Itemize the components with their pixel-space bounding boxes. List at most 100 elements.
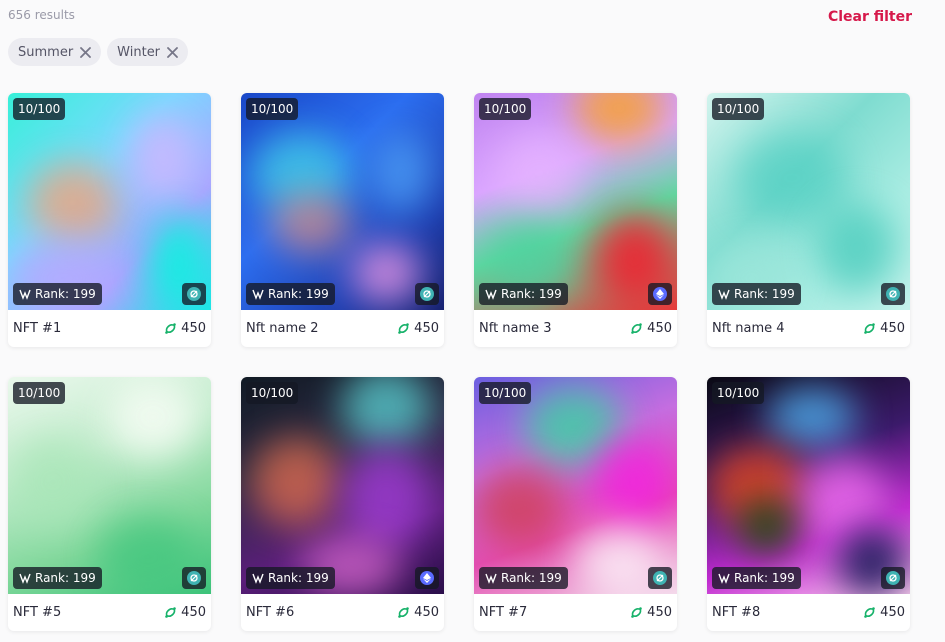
price: 450 bbox=[397, 321, 439, 336]
rank-icon bbox=[485, 289, 497, 300]
rank-label: Rank: 199 bbox=[501, 571, 562, 585]
ethereum-icon bbox=[420, 571, 434, 585]
price: 450 bbox=[164, 321, 206, 336]
nft-name[interactable]: NFT #8 bbox=[712, 605, 760, 620]
close-icon[interactable] bbox=[79, 46, 91, 58]
ethereum-icon bbox=[653, 287, 667, 301]
nft-image[interactable]: 10/100 Rank: 199 bbox=[241, 93, 444, 310]
nft-name[interactable]: NFT #5 bbox=[13, 605, 61, 620]
card-footer: Nft name 4 450 bbox=[707, 310, 910, 347]
icon-chain-icon bbox=[420, 287, 434, 301]
rank-badge: Rank: 199 bbox=[712, 283, 801, 305]
price-icon bbox=[165, 323, 176, 334]
nft-name[interactable]: Nft name 4 bbox=[712, 321, 785, 336]
nft-card[interactable]: 10/100 Rank: 199 NFT #8 450 bbox=[707, 377, 910, 631]
nft-name[interactable]: NFT #7 bbox=[479, 605, 527, 620]
nft-image[interactable]: 10/100 Rank: 199 bbox=[707, 377, 910, 594]
nft-image[interactable]: 10/100 Rank: 199 bbox=[241, 377, 444, 594]
filter-chip-winter[interactable]: Winter bbox=[107, 38, 189, 66]
card-footer: NFT #5 450 bbox=[8, 594, 211, 631]
price-value: 450 bbox=[647, 321, 672, 336]
price-icon bbox=[631, 607, 642, 618]
rank-icon bbox=[19, 573, 31, 584]
rank-badge: Rank: 199 bbox=[479, 283, 568, 305]
results-count: 656 results bbox=[8, 8, 75, 22]
rank-badge: Rank: 199 bbox=[13, 283, 102, 305]
price-value: 450 bbox=[414, 605, 439, 620]
card-footer: NFT #7 450 bbox=[474, 594, 677, 631]
price-icon bbox=[631, 323, 642, 334]
rank-label: Rank: 199 bbox=[501, 287, 562, 301]
price-value: 450 bbox=[181, 321, 206, 336]
chain-badge bbox=[415, 283, 439, 305]
nft-name[interactable]: Nft name 2 bbox=[246, 321, 319, 336]
price: 450 bbox=[863, 321, 905, 336]
rank-badge: Rank: 199 bbox=[479, 567, 568, 589]
edition-badge: 10/100 bbox=[246, 98, 299, 120]
price-value: 450 bbox=[647, 605, 672, 620]
price: 450 bbox=[630, 321, 672, 336]
rank-icon bbox=[252, 289, 264, 300]
nft-card[interactable]: 10/100 Rank: 199 NFT #6 450 bbox=[241, 377, 444, 631]
price-value: 450 bbox=[880, 605, 905, 620]
filter-chip-summer[interactable]: Summer bbox=[8, 38, 102, 66]
nft-card[interactable]: 10/100 Rank: 199 NFT #5 450 bbox=[8, 377, 211, 631]
nft-gallery-page: 656 results Clear filter Summer Winter 1… bbox=[0, 0, 945, 642]
chain-badge bbox=[182, 567, 206, 589]
nft-image[interactable]: 10/100 Rank: 199 bbox=[8, 93, 211, 310]
chain-badge bbox=[182, 283, 206, 305]
edition-badge: 10/100 bbox=[712, 98, 765, 120]
rank-label: Rank: 199 bbox=[35, 571, 96, 585]
rank-icon bbox=[718, 289, 730, 300]
nft-card[interactable]: 10/100 Rank: 199 NFT #7 450 bbox=[474, 377, 677, 631]
edition-badge: 10/100 bbox=[13, 382, 66, 404]
icon-chain-icon bbox=[886, 287, 900, 301]
icon-chain-icon bbox=[653, 571, 667, 585]
rank-label: Rank: 199 bbox=[734, 287, 795, 301]
clear-filter-button[interactable]: Clear filter bbox=[828, 9, 912, 25]
price: 450 bbox=[397, 605, 439, 620]
nft-card[interactable]: 10/100 Rank: 199 NFT #1 450 bbox=[8, 93, 211, 347]
nft-image[interactable]: 10/100 Rank: 199 bbox=[474, 93, 677, 310]
edition-badge: 10/100 bbox=[13, 98, 66, 120]
price-icon bbox=[165, 607, 176, 618]
nft-card[interactable]: 10/100 Rank: 199 Nft name 2 450 bbox=[241, 93, 444, 347]
price-icon bbox=[398, 323, 409, 334]
filter-chip-label: Summer bbox=[18, 44, 74, 60]
chain-badge bbox=[881, 283, 905, 305]
price-icon bbox=[864, 323, 875, 334]
rank-badge: Rank: 199 bbox=[246, 283, 335, 305]
active-filters: Summer Winter bbox=[8, 38, 189, 66]
nft-card[interactable]: 10/100 Rank: 199 Nft name 3 450 bbox=[474, 93, 677, 347]
edition-badge: 10/100 bbox=[479, 98, 532, 120]
card-footer: NFT #1 450 bbox=[8, 310, 211, 347]
chain-badge bbox=[648, 283, 672, 305]
edition-badge: 10/100 bbox=[479, 382, 532, 404]
rank-label: Rank: 199 bbox=[268, 571, 329, 585]
rank-icon bbox=[485, 573, 497, 584]
edition-badge: 10/100 bbox=[246, 382, 299, 404]
chain-badge bbox=[648, 567, 672, 589]
price: 450 bbox=[164, 605, 206, 620]
filter-chip-label: Winter bbox=[117, 44, 161, 60]
rank-badge: Rank: 199 bbox=[13, 567, 102, 589]
price: 450 bbox=[630, 605, 672, 620]
nft-image[interactable]: 10/100 Rank: 199 bbox=[707, 93, 910, 310]
icon-chain-icon bbox=[187, 571, 201, 585]
rank-badge: Rank: 199 bbox=[246, 567, 335, 589]
nft-image[interactable]: 10/100 Rank: 199 bbox=[474, 377, 677, 594]
price-value: 450 bbox=[414, 321, 439, 336]
rank-label: Rank: 199 bbox=[35, 287, 96, 301]
chain-badge bbox=[415, 567, 439, 589]
nft-name[interactable]: NFT #1 bbox=[13, 321, 61, 336]
rank-icon bbox=[718, 573, 730, 584]
close-icon[interactable] bbox=[166, 46, 178, 58]
nft-grid: 10/100 Rank: 199 NFT #1 450 10/100 Rank:… bbox=[8, 93, 910, 631]
card-footer: NFT #8 450 bbox=[707, 594, 910, 631]
price-icon bbox=[864, 607, 875, 618]
nft-name[interactable]: NFT #6 bbox=[246, 605, 294, 620]
price: 450 bbox=[863, 605, 905, 620]
nft-name[interactable]: Nft name 3 bbox=[479, 321, 552, 336]
nft-image[interactable]: 10/100 Rank: 199 bbox=[8, 377, 211, 594]
nft-card[interactable]: 10/100 Rank: 199 Nft name 4 450 bbox=[707, 93, 910, 347]
